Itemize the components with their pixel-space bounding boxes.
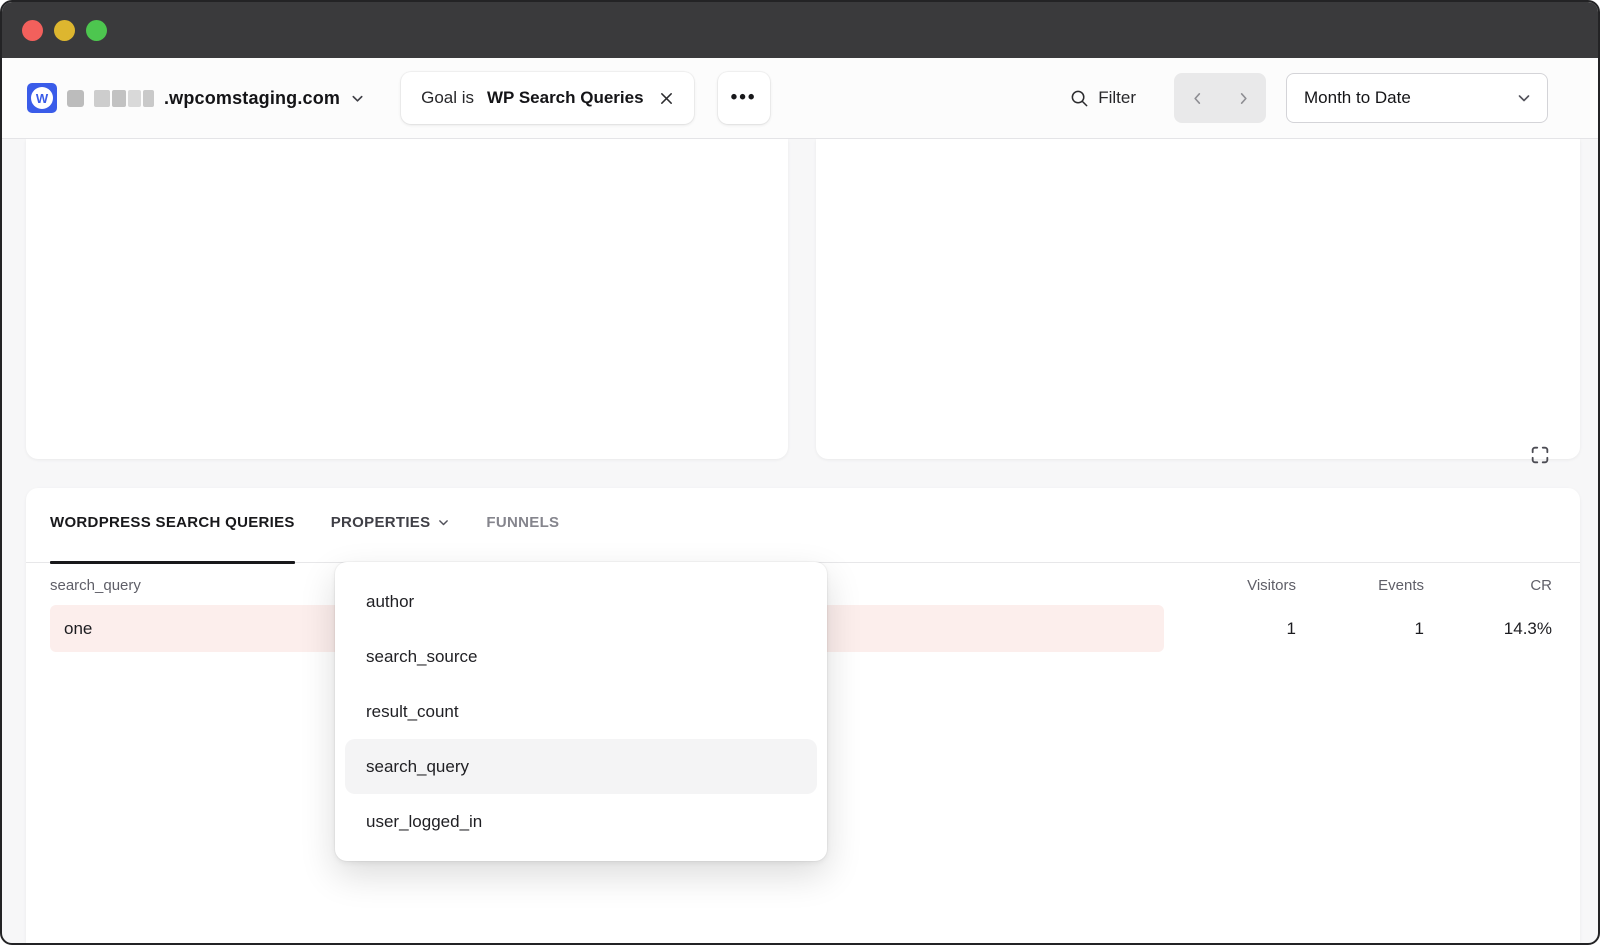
- tab-label: WORDPRESS SEARCH QUERIES: [50, 514, 295, 531]
- tab-wordpress-search-queries[interactable]: WORDPRESS SEARCH QUERIES: [50, 514, 295, 562]
- date-next-button[interactable]: [1220, 73, 1266, 123]
- row-events: 1: [1296, 619, 1424, 639]
- row-cr: 14.3%: [1424, 619, 1552, 639]
- tab-properties[interactable]: PROPERTIES: [331, 514, 451, 562]
- goal-filter-pill[interactable]: Goal is WP Search Queries: [401, 72, 693, 124]
- menu-item-search-query[interactable]: search_query: [345, 739, 817, 794]
- remove-filter-icon[interactable]: [659, 91, 674, 106]
- search-icon: [1070, 89, 1089, 108]
- site-domain: .wpcomstaging.com: [164, 88, 340, 109]
- menu-item-result-count[interactable]: result_count: [345, 684, 817, 739]
- app-window: W .wpcomstaging.com Goal is WP Search Qu…: [0, 0, 1600, 945]
- tab-funnels[interactable]: FUNNELS: [486, 514, 559, 562]
- date-range-picker[interactable]: Month to Date: [1286, 73, 1548, 123]
- column-header-cr: CR: [1424, 577, 1552, 594]
- wordpress-logo-letter: W: [31, 87, 53, 109]
- chart-card-right: [816, 139, 1580, 459]
- menu-item-author[interactable]: author: [345, 574, 817, 629]
- site-selector[interactable]: W .wpcomstaging.com: [27, 83, 365, 113]
- properties-dropdown-menu: author search_source result_count search…: [335, 562, 827, 861]
- redacted-site-name: [94, 90, 154, 107]
- tab-label: FUNNELS: [486, 514, 559, 531]
- chevron-down-icon: [1516, 90, 1532, 106]
- window-zoom-button[interactable]: [86, 20, 107, 41]
- chevron-down-icon: [350, 91, 365, 106]
- column-header-events: Events: [1296, 577, 1424, 594]
- window-minimize-button[interactable]: [54, 20, 75, 41]
- report-tabs: WORDPRESS SEARCH QUERIES PROPERTIES FUNN…: [26, 488, 1580, 563]
- row-visitors: 1: [1168, 619, 1296, 639]
- date-prev-button[interactable]: [1174, 73, 1220, 123]
- date-nav: [1174, 73, 1266, 123]
- chevron-down-icon: [437, 516, 450, 529]
- more-filters-button[interactable]: •••: [718, 72, 770, 124]
- column-header-visitors: Visitors: [1168, 577, 1296, 594]
- filter-button-label: Filter: [1098, 88, 1136, 108]
- tab-label: PROPERTIES: [331, 514, 431, 531]
- window-close-button[interactable]: [22, 20, 43, 41]
- analytics-topbar: W .wpcomstaging.com Goal is WP Search Qu…: [2, 58, 1598, 139]
- menu-item-search-source[interactable]: search_source: [345, 629, 817, 684]
- filter-button[interactable]: Filter: [1070, 88, 1136, 108]
- menu-item-user-logged-in[interactable]: user_logged_in: [345, 794, 817, 849]
- goal-filter-prefix: Goal is: [421, 88, 474, 108]
- date-range-value: Month to Date: [1304, 88, 1411, 108]
- wordpress-icon: W: [27, 83, 57, 113]
- goal-filter-value: WP Search Queries: [487, 88, 644, 108]
- window-titlebar: [2, 2, 1598, 58]
- expand-fullscreen-icon[interactable]: [1528, 443, 1552, 467]
- site-favicon: [67, 90, 84, 107]
- chart-card-left: [26, 139, 788, 459]
